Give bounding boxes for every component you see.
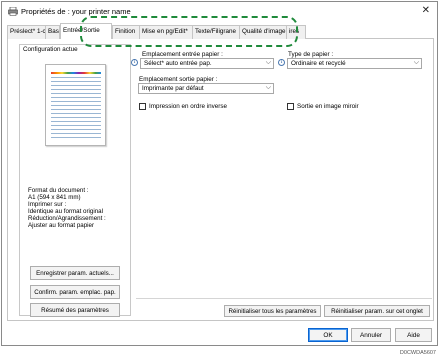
preview-color-bar — [51, 72, 101, 74]
info-line: Identique au format original — [28, 208, 103, 215]
info-icon[interactable]: i — [131, 59, 138, 66]
printer-properties-dialog: Propriétés de : your printer name ✕ Prés… — [1, 1, 438, 346]
preview-line — [51, 77, 101, 78]
preview-line — [51, 133, 101, 134]
settings-summary-button[interactable]: Résumé des paramètres — [30, 303, 120, 317]
paper-type-label: Type de papier : — [288, 51, 334, 58]
current-config-label: Configuration actue — [23, 46, 78, 53]
cancel-button[interactable]: Annuler — [351, 328, 391, 342]
printer-icon — [8, 7, 18, 16]
preview-line — [51, 97, 101, 98]
tab-one-click-presets[interactable]: Préslect* 1-clic — [7, 25, 46, 39]
preview-line — [51, 101, 101, 102]
output-tray-label: Emplacement sortie papier : — [139, 76, 218, 83]
reset-all-settings-button[interactable]: Réinitialiser tous les paramètres — [224, 305, 321, 317]
chevron-down-icon: ⌵ — [265, 59, 271, 66]
title-bar: Propriétés de : your printer name ✕ — [2, 2, 437, 21]
paper-type-select[interactable]: Ordinaire et recyclé ⌵ — [287, 58, 422, 69]
preview-line — [51, 89, 101, 90]
preview-line — [51, 121, 101, 122]
info-icon[interactable]: i — [278, 59, 285, 66]
tab-input-output[interactable]: Entrée/Sortie — [60, 23, 112, 39]
tab-more[interactable]: ires — [286, 25, 306, 39]
preview-line — [51, 81, 101, 82]
info-line: Ajuster au format papier — [28, 222, 95, 229]
help-button[interactable]: Aide — [395, 328, 432, 342]
input-tray-value: Sélect* auto entrée pap. — [144, 60, 212, 67]
output-tray-select[interactable]: Imprimante par défaut ⌵ — [138, 83, 274, 94]
window-title: Propriétés de : your printer name — [21, 7, 131, 16]
ok-button[interactable]: OK — [308, 328, 348, 342]
info-line: A1 (594 x 841 mm) — [28, 194, 81, 201]
chevron-down-icon: ⌵ — [413, 59, 419, 66]
output-tray-value: Imprimante par défaut — [142, 85, 204, 92]
reverse-order-label: Impression en ordre inverse — [149, 103, 228, 110]
paper-type-value: Ordinaire et recyclé — [291, 60, 346, 67]
reset-tab-settings-button[interactable]: Réinitialiser param. sur cet onglet — [324, 305, 430, 317]
mirror-output-checkbox[interactable] — [287, 103, 294, 110]
input-tray-select[interactable]: Sélect* auto entrée pap. ⌵ — [140, 58, 274, 69]
tab-strip: Préslect* 1-clic Basi Entrée/Sortie Fini… — [7, 23, 437, 39]
chevron-down-icon: ⌵ — [265, 84, 271, 91]
reverse-order-checkbox[interactable] — [139, 103, 146, 110]
tab-finishing[interactable]: Finition — [112, 25, 140, 39]
info-line: Imprimer sur : — [28, 201, 67, 208]
tab-text-watermark[interactable]: Texte/Filigrane — [192, 25, 240, 39]
save-current-settings-button[interactable]: Enregistrer param. actuels... — [30, 266, 120, 280]
preview-line — [51, 109, 101, 110]
tab-layout-edit[interactable]: Mise en pg/Edit* — [139, 25, 193, 39]
tab-basic[interactable]: Basi — [45, 25, 60, 39]
mirror-output-label: Sortie en image miroir — [297, 103, 359, 110]
tab-image-quality[interactable]: Qualité d'image — [239, 25, 287, 39]
preview-line — [51, 129, 101, 130]
preview-line — [51, 113, 101, 114]
preview-line — [51, 105, 101, 106]
confirm-tray-settings-button[interactable]: Confirm. param. emplac. pap. — [30, 285, 120, 299]
info-line: Format du document : — [28, 187, 89, 194]
close-icon[interactable]: ✕ — [422, 5, 430, 16]
figure-caption: D0CWDA5607 — [399, 350, 436, 356]
info-line: Réduction/Agrandissement : — [28, 215, 106, 222]
preview-line — [51, 137, 101, 138]
preview-line — [51, 117, 101, 118]
page-preview — [45, 64, 106, 146]
divider — [136, 298, 432, 299]
current-settings-panel: Configuration actue Format du document :… — [19, 44, 131, 317]
preview-line — [51, 85, 101, 86]
input-tray-label: Emplacement entrée papier : — [142, 51, 223, 58]
preview-line — [51, 93, 101, 94]
preview-line — [51, 125, 101, 126]
